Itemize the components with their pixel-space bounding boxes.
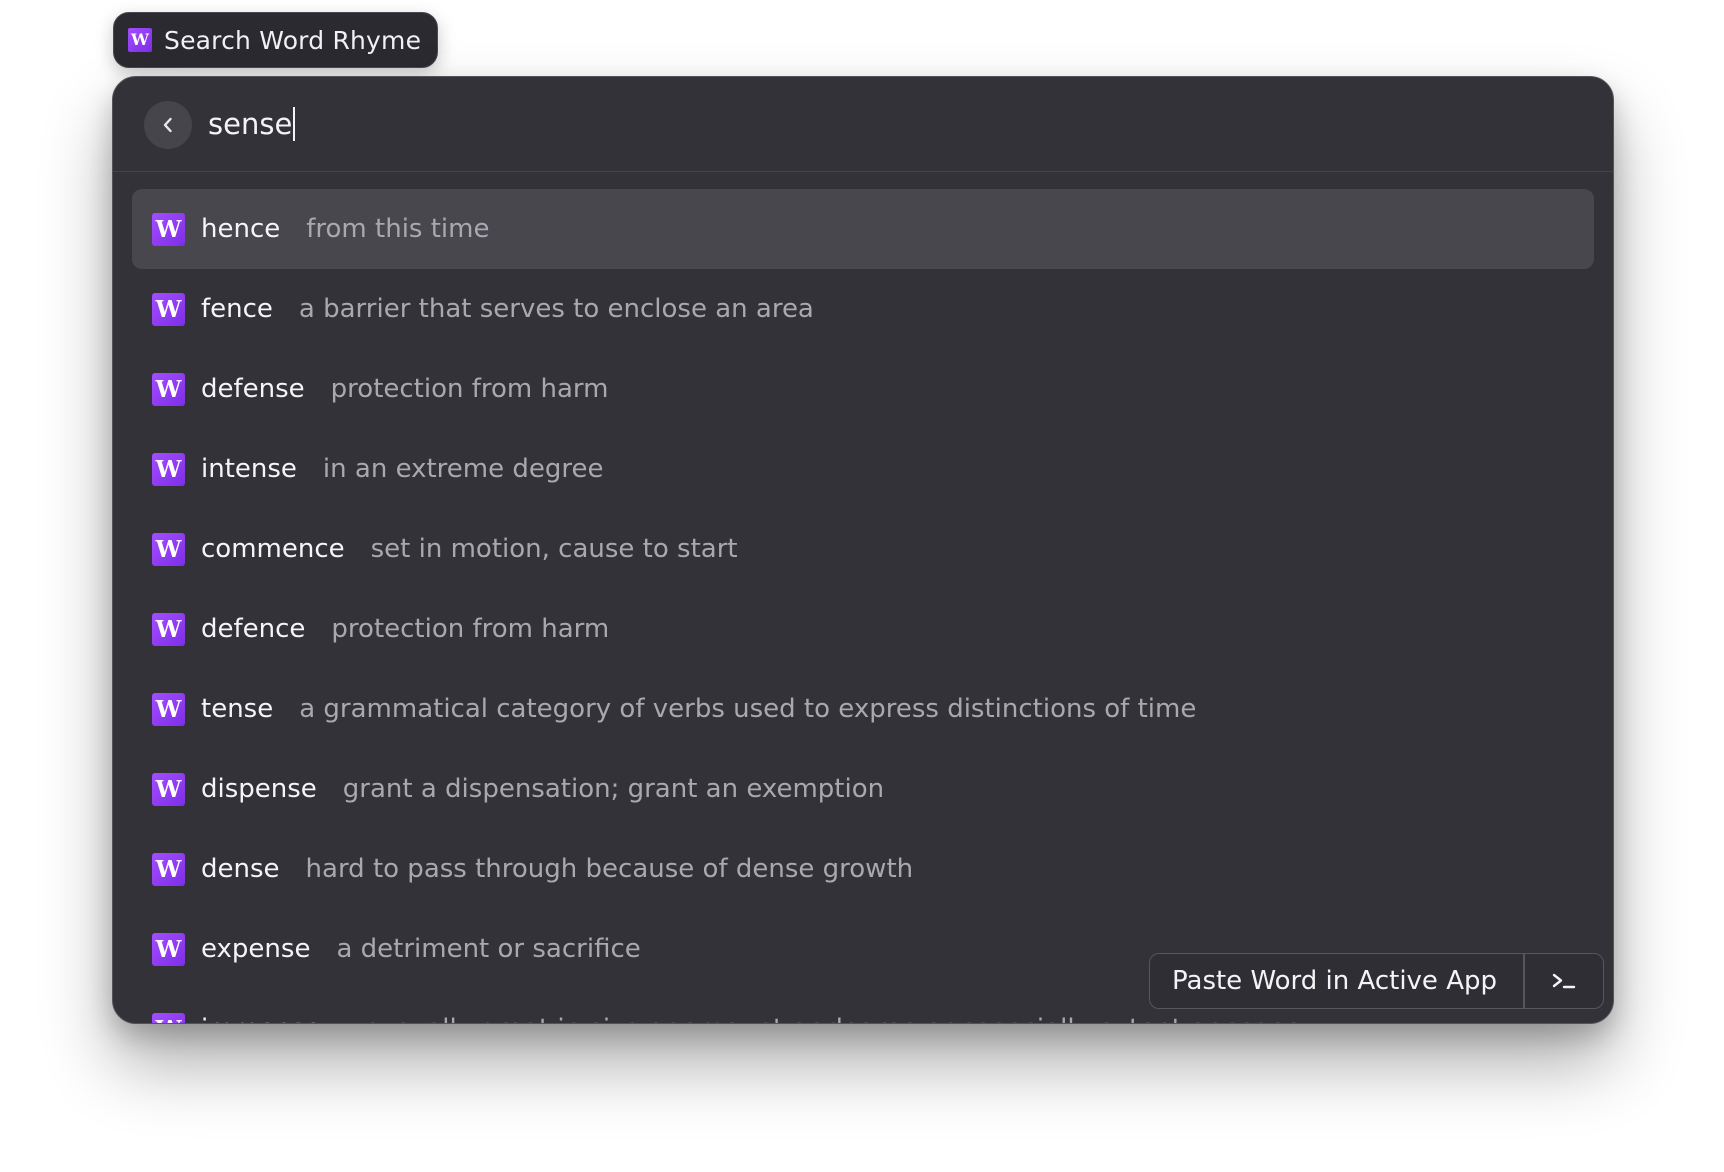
- result-definition: grant a dispensation; grant an exemption: [342, 774, 885, 804]
- result-row[interactable]: Wintense in an extreme degree: [132, 429, 1594, 509]
- word-app-icon: W: [152, 532, 185, 566]
- result-row[interactable]: Wdefence protection from harm: [132, 589, 1594, 669]
- result-row[interactable]: Wtense a grammatical category of verbs us…: [132, 669, 1594, 749]
- result-row[interactable]: Wdispense grant a dispensation; grant an …: [132, 749, 1594, 829]
- chevron-left-icon: [163, 117, 172, 133]
- word-app-icon: W: [152, 372, 185, 406]
- result-row[interactable]: Whence from this time: [132, 189, 1594, 269]
- terminal-prompt-icon: [1552, 973, 1575, 989]
- action-shortcut-button[interactable]: [1525, 954, 1603, 1008]
- word-app-icon: W: [152, 932, 185, 966]
- result-word: intense: [201, 454, 297, 484]
- stage: W Search Word Rhyme sense Whence from thi…: [0, 0, 1724, 1172]
- result-word: dense: [201, 854, 280, 884]
- result-definition: protection from harm: [331, 614, 610, 644]
- result-row[interactable]: Wcommence set in motion, cause to start: [132, 509, 1594, 589]
- result-word: immense: [201, 1014, 321, 1023]
- result-definition: a detriment or sacrifice: [336, 934, 641, 964]
- word-app-icon: W: [152, 292, 185, 326]
- word-app-icon: W: [152, 692, 185, 726]
- word-app-icon: W: [152, 212, 185, 246]
- result-word: tense: [201, 694, 274, 724]
- result-row[interactable]: Wdense hard to pass through because of de…: [132, 829, 1594, 909]
- result-definition: protection from harm: [330, 374, 609, 404]
- action-bar: Paste Word in Active App: [1149, 953, 1604, 1009]
- search-query: sense: [208, 107, 293, 141]
- result-definition: unusually great in size or amount or deg…: [347, 1014, 1301, 1023]
- back-button[interactable]: [144, 101, 192, 149]
- search-bar: sense: [113, 77, 1613, 172]
- word-app-icon: W: [152, 1012, 185, 1023]
- command-title: Search Word Rhyme: [164, 25, 422, 55]
- result-word: defense: [201, 374, 305, 404]
- results-list: Whence from this time Wfence a barrier that…: [132, 189, 1594, 1023]
- result-word: commence: [201, 534, 345, 564]
- text-caret: [293, 107, 296, 141]
- search-input[interactable]: sense: [208, 99, 296, 149]
- command-title-pill: W Search Word Rhyme: [113, 12, 439, 68]
- result-word: dispense: [201, 774, 317, 804]
- result-definition: a barrier that serves to enclose an area: [298, 294, 814, 324]
- word-app-icon: W: [152, 612, 185, 646]
- result-word: expense: [201, 934, 311, 964]
- word-app-icon: W: [128, 28, 152, 52]
- result-word: defence: [201, 614, 306, 644]
- result-row[interactable]: Wfence a barrier that serves to enclose a…: [132, 269, 1594, 349]
- word-app-icon: W: [152, 452, 185, 486]
- result-definition: hard to pass through because of dense gr…: [305, 854, 914, 884]
- paste-word-button[interactable]: Paste Word in Active App: [1150, 954, 1523, 1008]
- result-definition: in an extreme degree: [322, 454, 604, 484]
- result-definition: set in motion, cause to start: [370, 534, 738, 564]
- result-row[interactable]: Wdefense protection from harm: [132, 349, 1594, 429]
- result-definition: a grammatical category of verbs used to …: [299, 694, 1197, 724]
- launcher-panel: sense Whence from this time Wfence a barrie…: [112, 76, 1614, 1024]
- result-word: fence: [201, 294, 273, 324]
- word-app-icon: W: [152, 772, 185, 806]
- result-word: hence: [201, 214, 281, 244]
- result-definition: from this time: [306, 214, 490, 244]
- word-app-icon: W: [152, 852, 185, 886]
